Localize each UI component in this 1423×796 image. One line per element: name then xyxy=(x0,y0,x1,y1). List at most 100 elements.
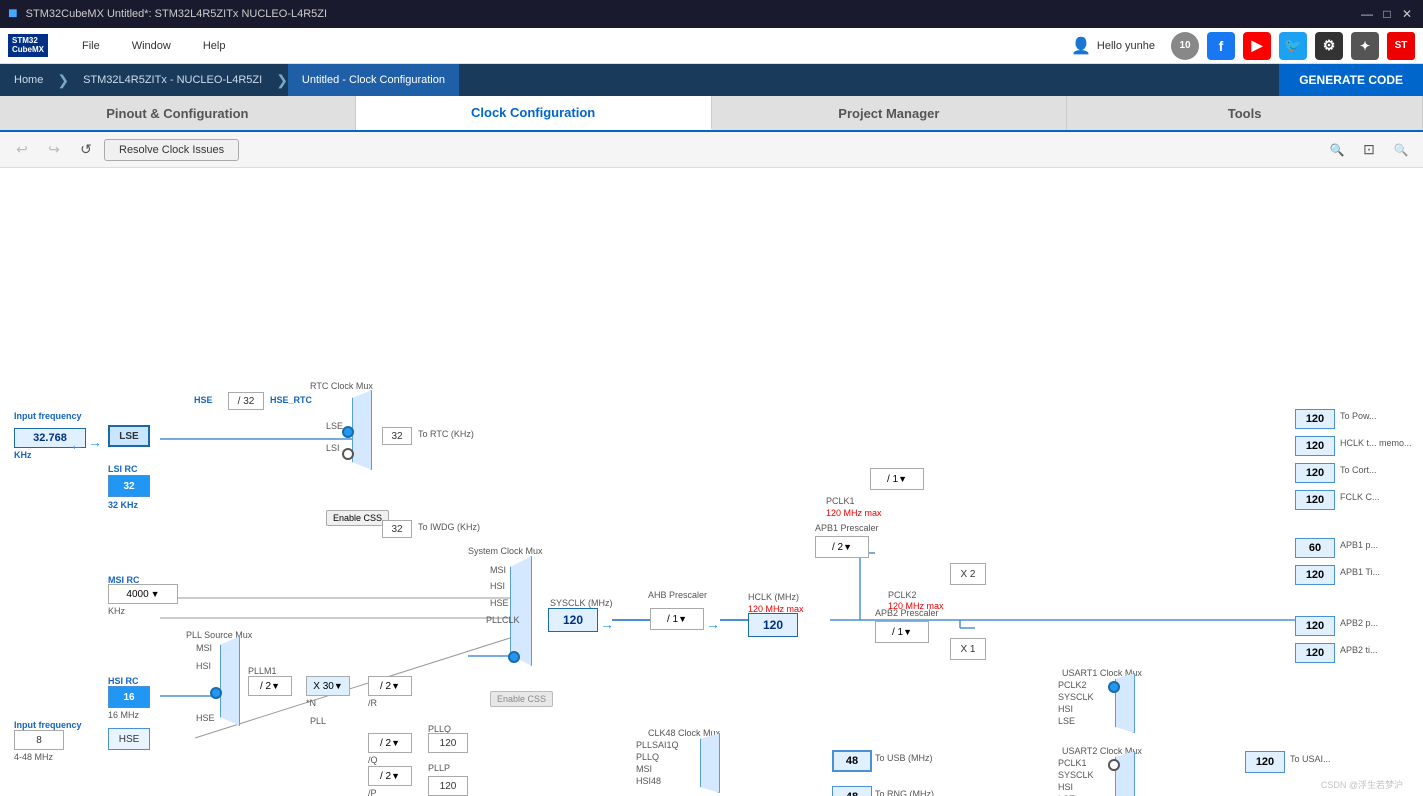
hse-div32-box[interactable]: / 32 xyxy=(228,392,264,410)
hsi-u1: HSI xyxy=(1058,704,1073,714)
enable-css-button[interactable]: Enable CSS xyxy=(326,510,389,526)
to-iwdg-label: To IWDG (KHz) xyxy=(418,522,480,532)
apb2-div-select[interactable]: / 1 ▼ xyxy=(875,621,929,643)
pll-p-label: /P xyxy=(368,788,377,796)
ahb-prescaler-label: AHB Prescaler xyxy=(648,590,707,600)
hsi-rc-label: HSI RC xyxy=(108,676,139,686)
tab-pinout[interactable]: Pinout & Configuration xyxy=(0,96,356,130)
minimize-button[interactable]: — xyxy=(1359,6,1375,22)
usart2-mux-body xyxy=(1115,751,1135,796)
menu-file[interactable]: File xyxy=(68,36,114,56)
pll-q-select[interactable]: / 2 ▼ xyxy=(368,733,412,753)
msi-pll-label: MSI xyxy=(196,643,212,653)
x2-box: X 2 xyxy=(950,563,986,585)
tab-project[interactable]: Project Manager xyxy=(712,96,1068,130)
output-0-box: 120 xyxy=(1295,409,1335,429)
maximize-button[interactable]: □ xyxy=(1379,6,1395,22)
tab-clock[interactable]: Clock Configuration xyxy=(356,96,712,130)
lsi-unit: 32 KHz xyxy=(108,500,138,510)
hsi-mhz: 16 MHz xyxy=(108,710,139,720)
lsi-rc-label: LSI RC xyxy=(108,464,138,474)
output-2-label: To Cort... xyxy=(1340,465,1377,475)
breadcrumb-arrow-2: ❯ xyxy=(276,72,288,89)
usb-value-box: 48 xyxy=(832,750,872,772)
refresh-button[interactable]: ↺ xyxy=(72,136,100,164)
pllm1-label: PLLM1 xyxy=(248,666,277,676)
pllclk-radio[interactable] xyxy=(508,651,520,663)
fit-page-button[interactable]: ⊡ xyxy=(1355,136,1383,164)
apb1-prescaler-label: APB1 Prescaler xyxy=(815,523,879,533)
hsi-pll-radio[interactable] xyxy=(210,687,222,699)
apb1-div-select[interactable]: / 2 ▼ xyxy=(815,536,869,558)
output-7-label: APB2 ti... xyxy=(1340,645,1378,655)
pll-n-select[interactable]: X 30 ▼ xyxy=(306,676,350,696)
hse-bottom-box[interactable]: HSE xyxy=(108,728,150,750)
output-5-label: APB1 Ti... xyxy=(1340,567,1380,577)
output-4-box: 60 xyxy=(1295,538,1335,558)
zoom-in-button[interactable]: 🔍 xyxy=(1323,136,1351,164)
output-4-label: APB1 p... xyxy=(1340,540,1378,550)
hclk-label: HCLK (MHz) xyxy=(748,592,799,602)
rtc-clk-mux-label: RTC Clock Mux xyxy=(310,381,373,391)
menu-help[interactable]: Help xyxy=(189,36,240,56)
enable-css-2-button[interactable]: Enable CSS xyxy=(490,691,553,707)
generate-code-button[interactable]: GENERATE CODE xyxy=(1279,64,1423,96)
lsi-radio[interactable] xyxy=(342,448,354,460)
output-5-box: 120 xyxy=(1295,565,1335,585)
window-controls: — □ ✕ xyxy=(1359,6,1415,22)
version-icon: 10 xyxy=(1171,32,1199,60)
network-icon[interactable]: ✦ xyxy=(1351,32,1379,60)
lse-u1: LSE xyxy=(1058,716,1075,726)
sys-hse-label: HSE xyxy=(490,598,509,608)
resolve-clock-issues-button[interactable]: Resolve Clock Issues xyxy=(104,139,239,161)
lse-box[interactable]: LSE xyxy=(108,425,150,447)
facebook-icon[interactable]: f xyxy=(1207,32,1235,60)
usart2-radio[interactable] xyxy=(1108,759,1120,771)
canvas-area[interactable]: Input frequency 32.768 KHz → → LSE LSI R… xyxy=(0,168,1423,796)
tab-tools[interactable]: Tools xyxy=(1067,96,1423,130)
breadcrumb-home[interactable]: Home xyxy=(0,64,57,96)
sys-clk-mux-body xyxy=(510,556,532,666)
pclk1-u2: PCLK1 xyxy=(1058,758,1087,768)
output-3-label: FCLK C... xyxy=(1340,492,1380,502)
usart1-radio[interactable] xyxy=(1108,681,1120,693)
pll-p-select[interactable]: / 2 ▼ xyxy=(368,766,412,786)
menu-window[interactable]: Window xyxy=(118,36,185,56)
output-6-box: 120 xyxy=(1295,616,1335,636)
pll-r-select[interactable]: / 2 ▼ xyxy=(368,676,412,696)
ahb-div-select[interactable]: / 1 ▼ xyxy=(650,608,704,630)
ahb-arrow: → xyxy=(706,616,720,632)
pclk2-u1: PCLK2 xyxy=(1058,680,1087,690)
msi-48-label: MSI xyxy=(636,764,652,774)
lse-radio[interactable] xyxy=(342,426,354,438)
hclk-div1-select[interactable]: / 1 ▼ xyxy=(870,468,924,490)
input-freq-1-label: Input frequency xyxy=(14,411,82,421)
undo-button[interactable]: ↩ xyxy=(8,136,36,164)
sysclk-value[interactable]: 120 xyxy=(548,608,598,632)
iwdg-value-box: 32 xyxy=(382,520,412,538)
sysclk-u2: SYSCLK xyxy=(1058,770,1094,780)
zoom-out-button[interactable]: 🔍 xyxy=(1387,136,1415,164)
lsi-box[interactable]: 32 xyxy=(108,475,150,497)
pllm1-div-select[interactable]: / 2 ▼ xyxy=(248,676,292,696)
twitter-icon[interactable]: 🐦 xyxy=(1279,32,1307,60)
input-freq-2-label: Input frequency xyxy=(14,720,82,730)
close-button[interactable]: ✕ xyxy=(1399,6,1415,22)
github-icon[interactable]: ⚙ xyxy=(1315,32,1343,60)
input-freq-2-value[interactable]: 8 xyxy=(14,730,64,750)
youtube-icon[interactable]: ▶ xyxy=(1243,32,1271,60)
hsi-value-box[interactable]: 16 xyxy=(108,686,150,708)
redo-button[interactable]: ↪ xyxy=(40,136,68,164)
pll-r-label: /R xyxy=(368,698,377,708)
output-2-box: 120 xyxy=(1295,463,1335,483)
hsi-pll-label: HSI xyxy=(196,661,211,671)
breadcrumb-clock[interactable]: Untitled - Clock Configuration xyxy=(288,64,459,96)
hclk-value[interactable]: 120 xyxy=(748,613,798,637)
pclk2-label: PCLK2 xyxy=(888,590,917,600)
rtc-mux-body xyxy=(352,390,372,470)
breadcrumb-mcu[interactable]: STM32L4R5ZITx - NUCLEO-L4R5ZI xyxy=(69,64,276,96)
menu-items: File Window Help xyxy=(68,36,1071,56)
msi-value-select[interactable]: 4000 ▼ xyxy=(108,584,178,604)
output-3-box: 120 xyxy=(1295,490,1335,510)
pll-q-label: /Q xyxy=(368,755,378,765)
